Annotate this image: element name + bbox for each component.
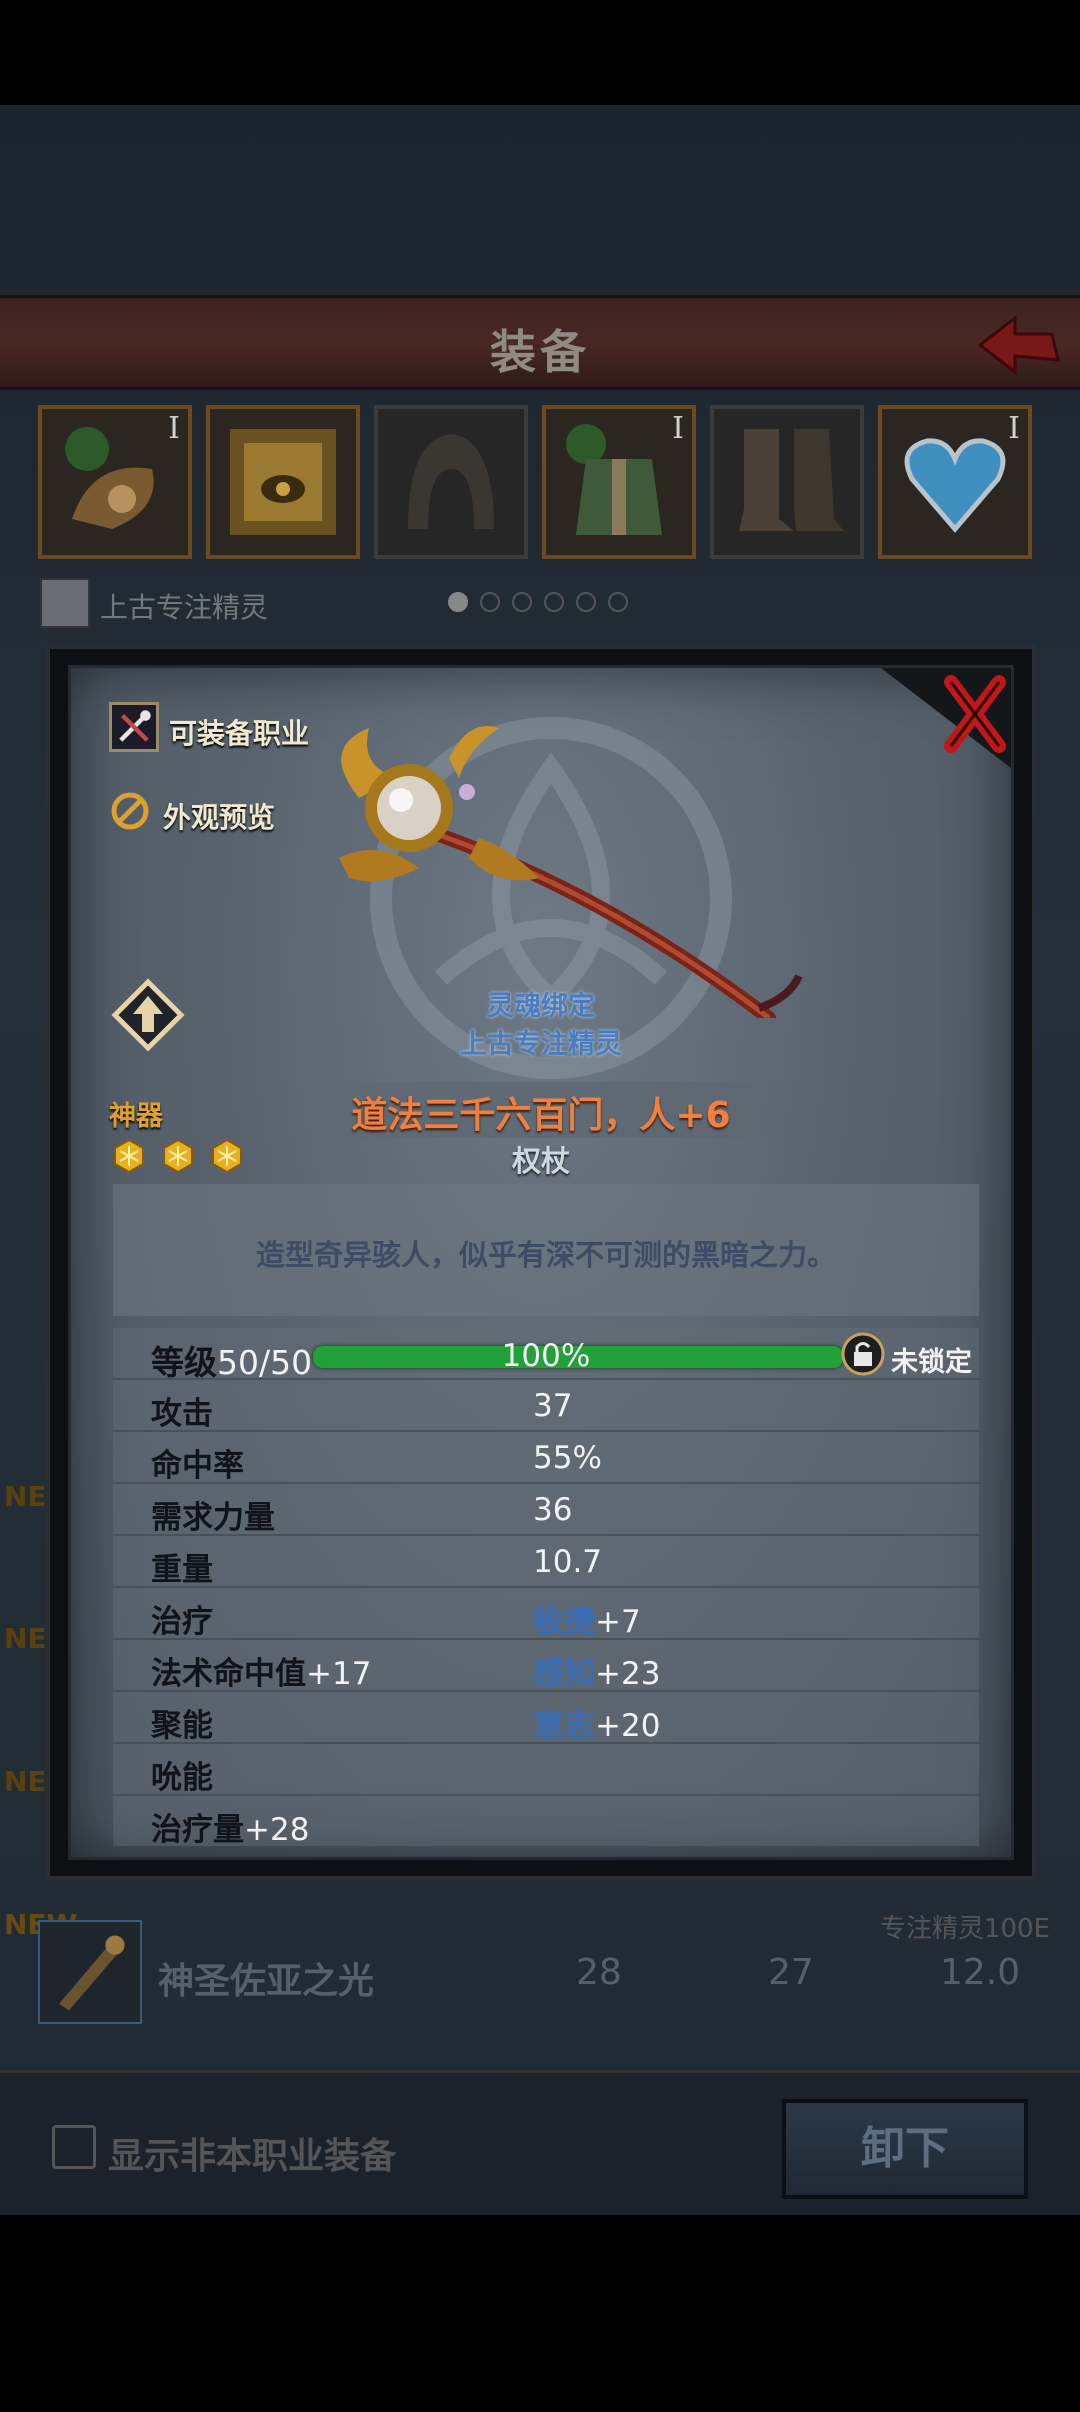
stat-row: 攻击 37 bbox=[113, 1380, 979, 1432]
item-detail-panel: 可装备职业 外观预览 灵魂绑定 上古专注精灵 神器 道法三千六百门，人+6 权杖… bbox=[68, 665, 1014, 1860]
tome-icon bbox=[230, 429, 336, 535]
show-nonclass-label: 显示非本职业装备 bbox=[108, 2136, 397, 2177]
stat-label: 法术命中值+17 bbox=[151, 1656, 372, 1692]
class-requirement: 专注精灵100E bbox=[879, 1914, 1050, 1944]
staff-illustration bbox=[339, 726, 803, 1018]
stat-label: 攻击 bbox=[151, 1396, 213, 1432]
stat-row: 命中率 55% bbox=[113, 1432, 979, 1484]
item-thumbnail bbox=[38, 1920, 142, 2024]
slot-accessory[interactable]: I bbox=[878, 405, 1032, 559]
page-dot bbox=[544, 592, 564, 612]
item-description: 造型奇异骇人，似乎有深不可测的黑暗之力。 bbox=[255, 1238, 836, 1272]
close-x-icon[interactable] bbox=[881, 668, 1011, 768]
stat-label: 治疗 bbox=[151, 1604, 213, 1640]
bottom-bar: 显示非本职业装备 卸下 bbox=[0, 2070, 1080, 2215]
slot-helmet[interactable] bbox=[374, 405, 528, 559]
equipment-list-item[interactable]: NEW 专注精灵100E 神圣佐亚之光 28 27 12.0 bbox=[0, 1900, 1080, 2040]
equipment-slots: I I I bbox=[38, 405, 1048, 560]
stat-bonus: 感知+23 bbox=[533, 1656, 661, 1692]
screen-title: 装备 bbox=[490, 325, 590, 379]
boots-icon bbox=[739, 429, 844, 531]
item-name: 神圣佐亚之光 bbox=[158, 1961, 375, 2002]
stat-value: 55% bbox=[533, 1440, 602, 1476]
avatar bbox=[40, 578, 90, 628]
back-arrow-icon[interactable] bbox=[970, 310, 1060, 380]
tier-mark: I bbox=[168, 411, 180, 446]
stat-row: 治疗 敏捷+7 bbox=[113, 1588, 979, 1640]
stat-col-1: 28 bbox=[576, 1952, 622, 1993]
stat-col-2: 27 bbox=[768, 1952, 814, 1993]
page-dot bbox=[512, 592, 532, 612]
stat-row: 需求力量 36 bbox=[113, 1484, 979, 1536]
equippable-class-label: 可装备职业 bbox=[169, 717, 310, 750]
slot-weapon[interactable]: I bbox=[38, 405, 192, 559]
item-detail-popup: 可装备职业 外观预览 灵魂绑定 上古专注精灵 神器 道法三千六百门，人+6 权杖… bbox=[46, 645, 1036, 1880]
stat-label: 需求力量 bbox=[151, 1500, 275, 1536]
item-name: 道法三千六百门，人+6 bbox=[351, 1095, 731, 1136]
stat-row: 重量 10.7 bbox=[113, 1536, 979, 1588]
stat-bonus: 敏捷+7 bbox=[533, 1604, 641, 1640]
show-nonclass-checkbox[interactable] bbox=[52, 2125, 96, 2169]
star-rating bbox=[111, 1138, 253, 1178]
soulbound-label: 灵魂绑定 bbox=[487, 991, 595, 1022]
lock-status: 未锁定 bbox=[891, 1347, 972, 1378]
slot-offhand[interactable] bbox=[206, 405, 360, 559]
page-dot bbox=[448, 592, 468, 612]
slot-boots[interactable] bbox=[710, 405, 864, 559]
stats-table: 等级50/50 100% 未锁定 攻击 37 命中率 55% 需求力量 36 重… bbox=[113, 1328, 979, 1848]
stat-row: 法术命中值+17 感知+23 bbox=[113, 1640, 979, 1692]
stat-value: 10.7 bbox=[533, 1544, 603, 1580]
appearance-preview-label: 外观预览 bbox=[163, 801, 276, 834]
stat-label: 治疗量+28 bbox=[151, 1812, 310, 1848]
preview-icon bbox=[111, 792, 149, 830]
heart-pendant-icon bbox=[904, 438, 1006, 533]
soulbound-owner: 上古专注精灵 bbox=[460, 1029, 622, 1060]
lock-icon[interactable] bbox=[841, 1332, 885, 1376]
helmet-icon bbox=[408, 434, 494, 529]
description-box: 造型奇异骇人，似乎有深不可测的黑暗之力。 bbox=[113, 1184, 979, 1316]
crossed-tools-icon bbox=[109, 702, 159, 752]
stat-label: 命中率 bbox=[151, 1448, 244, 1484]
equipment-header: 装备 bbox=[0, 295, 1080, 390]
stat-value: 36 bbox=[533, 1492, 573, 1528]
stat-value: 37 bbox=[533, 1388, 573, 1424]
page-dot bbox=[480, 592, 500, 612]
stat-bonus: 意志+20 bbox=[533, 1708, 661, 1744]
armor-icon bbox=[566, 424, 662, 535]
gold-star-icon bbox=[163, 1138, 194, 1174]
slot-armor[interactable]: I bbox=[542, 405, 696, 559]
unequip-button[interactable]: 卸下 bbox=[782, 2099, 1028, 2199]
level-row: 等级50/50 100% 未锁定 bbox=[113, 1328, 979, 1382]
stat-row: 治疗量+28 bbox=[113, 1796, 979, 1848]
stat-row: 吮能 bbox=[113, 1744, 979, 1796]
status-bar bbox=[0, 0, 1080, 105]
stat-label: 重量 bbox=[151, 1552, 213, 1588]
tier-mark: I bbox=[1008, 411, 1020, 446]
stat-row: 聚能 意志+20 bbox=[113, 1692, 979, 1744]
page-indicator bbox=[448, 592, 640, 616]
owner-name: 上古专注精灵 bbox=[100, 591, 269, 624]
tier-mark: I bbox=[672, 411, 684, 446]
page-dot bbox=[576, 592, 596, 612]
gold-star-icon bbox=[114, 1138, 144, 1174]
stat-label: 聚能 bbox=[151, 1708, 213, 1744]
stat-label: 吮能 bbox=[151, 1760, 213, 1796]
stat-col-3: 12.0 bbox=[940, 1952, 1021, 1993]
gold-star-icon bbox=[212, 1138, 243, 1174]
weapon-slot-icon bbox=[65, 427, 154, 529]
page-dot bbox=[608, 592, 628, 612]
